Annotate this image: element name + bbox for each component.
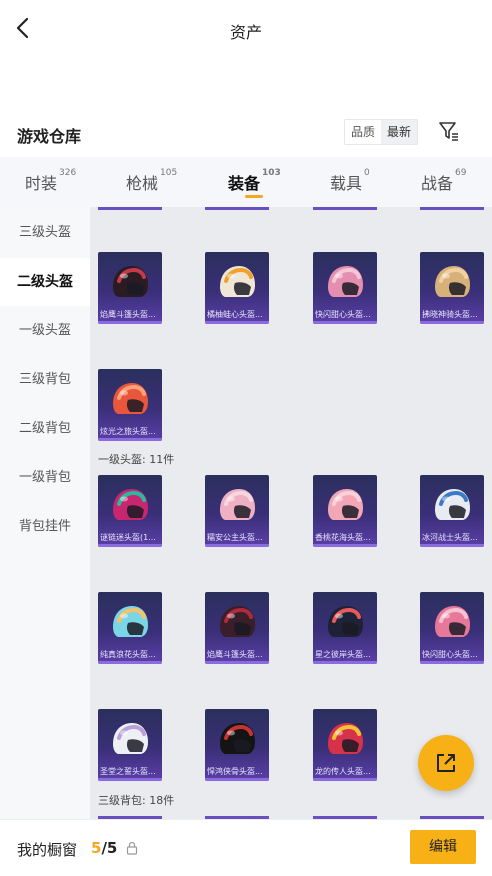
sidebar-item-level2-backpack[interactable]: 二级背包 — [0, 405, 90, 453]
sidebar-item-level2-helmet[interactable]: 二级头盔 — [0, 258, 90, 306]
sort-quality-button[interactable]: 品质 — [345, 120, 382, 144]
helmet-icon — [328, 606, 363, 637]
item-card[interactable]: 橘柚蛙心头盔... — [205, 252, 269, 324]
sidebar-item-backpack-charm[interactable]: 背包挂件 — [0, 503, 90, 551]
item-name: 纯真浪花头盔... — [100, 650, 156, 659]
item-name: 冰河战士头盔... — [422, 533, 478, 542]
item-card[interactable]: 冰河战士头盔... — [420, 475, 484, 547]
item-name: 星之彼岸头盔... — [315, 650, 371, 659]
tab-weapons[interactable]: 枪械105 — [126, 168, 177, 194]
section-title-level3-backpack: 三级背包: 18件 — [98, 794, 175, 807]
active-tab-indicator — [245, 195, 263, 198]
item-card[interactable]: 谜链迷头盔(1... — [98, 475, 162, 547]
item-grid: 一级头盔: 11件 三级背包: 18件 焰鹰斗篷头盔... 橘柚蛙心头盔... 快闪… — [90, 207, 492, 819]
item-card[interactable]: 龙的传人头盔... — [313, 709, 377, 781]
item-name: 谜链迷头盔(1... — [100, 533, 156, 542]
item-name: 香桃花海头盔... — [315, 533, 371, 542]
item-name: 圣堂之誓头盔... — [100, 767, 156, 776]
helmet-icon — [220, 606, 255, 637]
item-card[interactable]: 拂晓神骑头盔... — [420, 252, 484, 324]
item-name: 炫光之旅头盔... — [100, 427, 156, 436]
item-name: 焰鹰斗篷头盔... — [100, 310, 156, 319]
helmet-icon — [113, 606, 148, 637]
helmet-icon — [220, 723, 255, 754]
item-card[interactable]: 圣堂之誓头盔... — [98, 709, 162, 781]
sidebar-item-level3-backpack[interactable]: 三级背包 — [0, 356, 90, 404]
helmet-icon — [113, 266, 148, 297]
item-card[interactable]: 悍鸿侠骨头盔... — [205, 709, 269, 781]
helmet-icon — [113, 723, 148, 754]
tab-fashion[interactable]: 时装326 — [25, 168, 76, 194]
edit-button[interactable]: 编辑 — [410, 830, 476, 864]
helmet-icon — [328, 266, 363, 297]
warehouse-title: 游戏仓库 — [17, 127, 82, 146]
item-card[interactable]: 星之彼岸头盔... — [313, 592, 377, 664]
sub-category-sidebar: 三级头盔 二级头盔 一级头盔 三级背包 二级背包 一级背包 背包挂件 — [0, 207, 90, 819]
sort-newest-button[interactable]: 最新 — [381, 120, 418, 144]
helmet-icon — [113, 489, 148, 520]
item-name: 糯安公主头盔... — [207, 533, 263, 542]
helmet-icon — [328, 723, 363, 754]
tab-equipment[interactable]: 装备103 — [228, 168, 281, 194]
lock-icon — [126, 841, 138, 855]
item-name: 快闪甜心头盔... — [315, 310, 371, 319]
section-title-level1-helmet: 一级头盔: 11件 — [98, 453, 175, 466]
helmet-icon — [435, 266, 470, 297]
tab-combat-gear[interactable]: 战备69 — [421, 168, 466, 194]
helmet-icon — [435, 606, 470, 637]
top-bar: 资产 — [0, 0, 492, 58]
item-name: 橘柚蛙心头盔... — [207, 310, 263, 319]
helmet-icon — [113, 383, 148, 414]
helmet-icon — [220, 489, 255, 520]
item-card[interactable]: 纯真浪花头盔... — [98, 592, 162, 664]
warehouse-header: 游戏仓库 — [0, 112, 492, 156]
item-name: 悍鸿侠骨头盔... — [207, 767, 263, 776]
tab-vehicles[interactable]: 载具0 — [330, 168, 370, 194]
item-card[interactable]: 焰鹰斗篷头盔... — [98, 252, 162, 324]
sidebar-item-level1-helmet[interactable]: 一级头盔 — [0, 307, 90, 355]
item-name: 焰鹰斗篷头盔... — [207, 650, 263, 659]
item-card[interactable]: 糯安公主头盔... — [205, 475, 269, 547]
sort-toggle: 品质 最新 — [344, 119, 419, 145]
showcase-count: 5/5 — [91, 839, 118, 857]
partial-card — [98, 207, 162, 210]
helmet-icon — [328, 489, 363, 520]
showcase-label: 我的橱窗 — [17, 841, 78, 859]
item-card[interactable]: 快闪甜心头盔... — [420, 592, 484, 664]
item-card[interactable]: 炫光之旅头盔... — [98, 369, 162, 441]
item-name: 龙的传人头盔... — [315, 767, 371, 776]
item-name: 拂晓神骑头盔... — [422, 310, 478, 319]
partial-card — [205, 207, 269, 210]
sidebar-item-level3-helmet[interactable]: 三级头盔 — [0, 209, 90, 257]
item-card[interactable]: 快闪甜心头盔... — [313, 252, 377, 324]
external-link-icon — [437, 754, 455, 772]
filter-icon[interactable] — [438, 120, 460, 142]
helmet-icon — [220, 266, 255, 297]
share-float-button[interactable] — [418, 735, 474, 791]
partial-card — [313, 207, 377, 210]
helmet-icon — [435, 489, 470, 520]
page-title: 资产 — [229, 23, 262, 42]
item-card[interactable]: 香桃花海头盔... — [313, 475, 377, 547]
item-card[interactable]: 焰鹰斗篷头盔... — [205, 592, 269, 664]
partial-card — [420, 207, 484, 210]
sidebar-item-level1-backpack[interactable]: 一级背包 — [0, 454, 90, 502]
category-tabs: 时装326 枪械105 装备103 载具0 战备69 — [0, 157, 492, 207]
item-name: 快闪甜心头盔... — [422, 650, 478, 659]
